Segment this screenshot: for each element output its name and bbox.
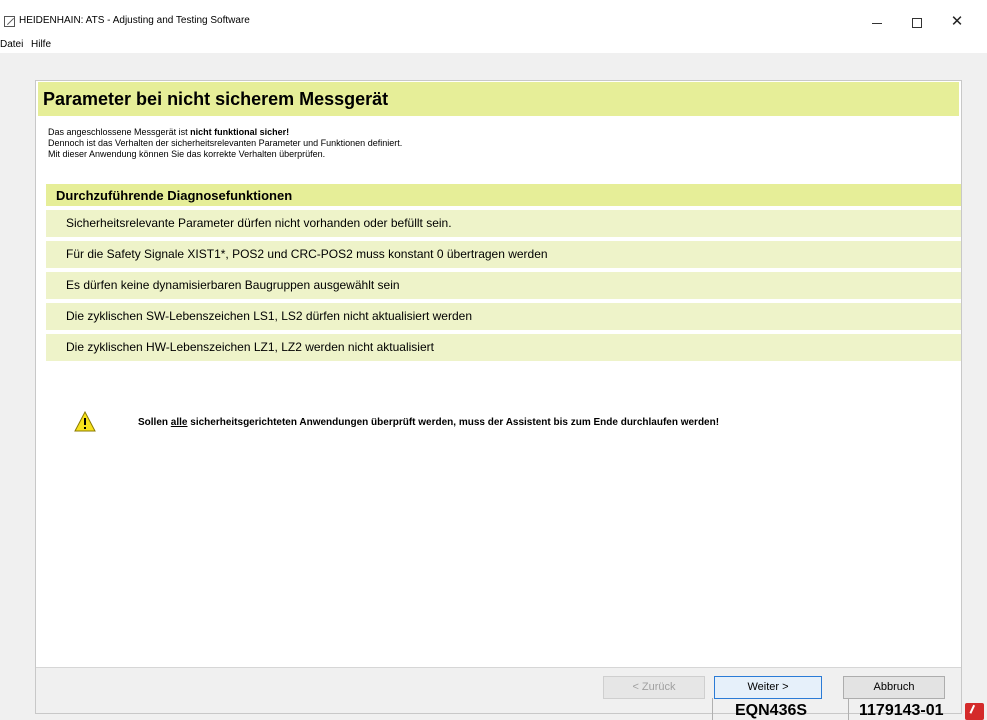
- title-bar: HEIDENHAIN: ATS - Adjusting and Testing …: [0, 0, 987, 36]
- workspace: Parameter bei nicht sicherem Messgerät D…: [0, 53, 987, 720]
- diagnostic-item-label: Die zyklischen HW-Lebenszeichen LZ1, LZ2…: [66, 340, 434, 354]
- app-icon: [4, 16, 15, 27]
- minimize-icon: [872, 22, 882, 24]
- diagnostics-title: Durchzuführende Diagnosefunktionen: [56, 188, 293, 203]
- diagnostic-item-label: Es dürfen keine dynamisierbaren Baugrupp…: [66, 278, 400, 292]
- warning-underlined: alle: [170, 417, 188, 428]
- diagnostic-item: Die zyklischen HW-Lebenszeichen LZ1, LZ2…: [46, 334, 961, 361]
- status-separator: [712, 698, 713, 720]
- diagnostic-item-label: Die zyklischen SW-Lebenszeichen LS1, LS2…: [66, 309, 472, 323]
- connection-status-icon[interactable]: [965, 703, 984, 720]
- intro-line2: Dennoch ist das Verhalten der sicherheit…: [48, 138, 403, 148]
- back-button[interactable]: < Zurück: [603, 676, 705, 699]
- menu-datei[interactable]: Datei: [0, 39, 23, 50]
- warning-icon: [74, 411, 96, 432]
- diagnostic-item: Es dürfen keine dynamisierbaren Baugrupp…: [46, 272, 961, 299]
- diagnostic-item-label: Für die Safety Signale XIST1*, POS2 und …: [66, 247, 548, 261]
- diagnostic-item: Für die Safety Signale XIST1*, POS2 und …: [46, 241, 961, 268]
- diagnostic-item: Sicherheitsrelevante Parameter dürfen ni…: [46, 210, 961, 237]
- maximize-icon: [912, 18, 922, 29]
- page-title: Parameter bei nicht sicherem Messgerät: [43, 89, 389, 109]
- maximize-button[interactable]: [897, 8, 937, 36]
- status-model: EQN436S: [735, 702, 808, 719]
- minimize-button[interactable]: [857, 8, 897, 36]
- intro-line3: Mit dieser Anwendung können Sie das korr…: [48, 149, 326, 159]
- menu-hilfe[interactable]: Hilfe: [31, 39, 51, 50]
- warning-message: Sollen alle sicherheitsgerichteten Anwen…: [138, 417, 719, 428]
- button-bar: < Zurück Weiter > Abbruch: [36, 667, 961, 713]
- intro-text: Das angeschlossene Messgerät ist nicht f…: [48, 127, 402, 160]
- page-header: Parameter bei nicht sicherem Messgerät: [38, 82, 959, 116]
- close-button[interactable]: ✕: [937, 8, 977, 36]
- status-id: 1179143-01: [859, 702, 944, 719]
- menu-bar: Datei Hilfe: [0, 36, 987, 53]
- diagnostic-item-label: Sicherheitsrelevante Parameter dürfen ni…: [66, 216, 452, 230]
- diagnostics-header: Durchzuführende Diagnosefunktionen: [46, 184, 961, 206]
- close-icon: ✕: [950, 13, 964, 30]
- warning-suffix: sicherheitsgerichteten Anwendungen überp…: [187, 417, 720, 428]
- cancel-button[interactable]: Abbruch: [843, 676, 945, 699]
- next-button[interactable]: Weiter >: [714, 676, 822, 699]
- status-separator: [848, 698, 849, 720]
- window-title: HEIDENHAIN: ATS - Adjusting and Testing …: [19, 15, 250, 26]
- diagnostic-item: Die zyklischen SW-Lebenszeichen LS1, LS2…: [46, 303, 961, 330]
- intro-line1-prefix: Das angeschlossene Messgerät ist: [48, 127, 191, 137]
- intro-line1-bold: nicht funktional sicher!: [190, 127, 290, 137]
- wizard-panel: Parameter bei nicht sicherem Messgerät D…: [35, 80, 962, 714]
- warning-prefix: Sollen: [138, 417, 171, 428]
